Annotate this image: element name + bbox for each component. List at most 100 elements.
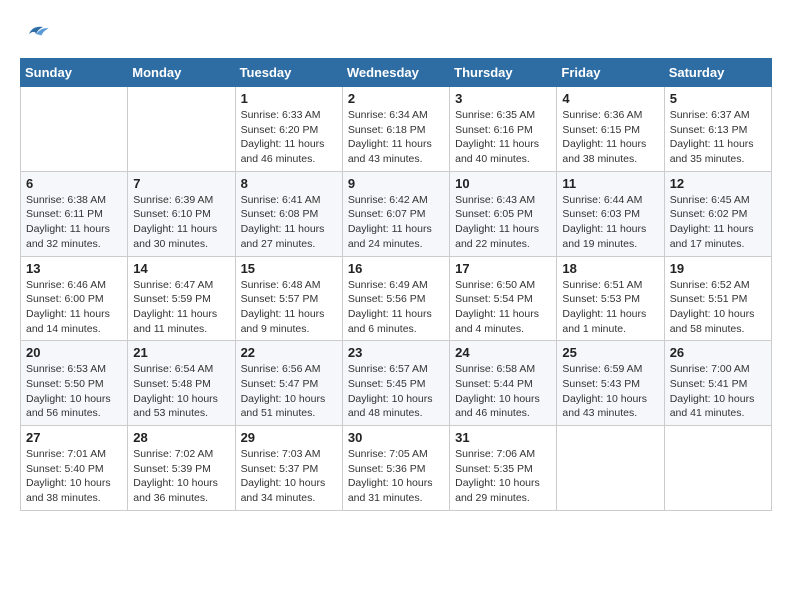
calendar-cell: 9 Sunrise: 6:42 AMSunset: 6:07 PMDaylight… <box>342 171 449 256</box>
day-detail: Sunrise: 7:03 AMSunset: 5:37 PMDaylight:… <box>241 447 337 506</box>
day-number: 13 <box>26 261 122 276</box>
calendar-cell: 23 Sunrise: 6:57 AMSunset: 5:45 PMDayligh… <box>342 341 449 426</box>
calendar-cell <box>21 87 128 172</box>
day-number: 16 <box>348 261 444 276</box>
calendar-cell: 20 Sunrise: 6:53 AMSunset: 5:50 PMDayligh… <box>21 341 128 426</box>
day-number: 6 <box>26 176 122 191</box>
day-number: 15 <box>241 261 337 276</box>
calendar-cell: 11 Sunrise: 6:44 AMSunset: 6:03 PMDayligh… <box>557 171 664 256</box>
calendar-cell: 10 Sunrise: 6:43 AMSunset: 6:05 PMDayligh… <box>450 171 557 256</box>
calendar-cell: 18 Sunrise: 6:51 AMSunset: 5:53 PMDayligh… <box>557 256 664 341</box>
day-detail: Sunrise: 6:53 AMSunset: 5:50 PMDaylight:… <box>26 362 122 421</box>
calendar-cell: 28 Sunrise: 7:02 AMSunset: 5:39 PMDayligh… <box>128 426 235 511</box>
day-number: 17 <box>455 261 551 276</box>
calendar-cell: 16 Sunrise: 6:49 AMSunset: 5:56 PMDayligh… <box>342 256 449 341</box>
day-number: 14 <box>133 261 229 276</box>
day-number: 26 <box>670 345 766 360</box>
day-detail: Sunrise: 7:00 AMSunset: 5:41 PMDaylight:… <box>670 362 766 421</box>
calendar-cell: 5 Sunrise: 6:37 AMSunset: 6:13 PMDaylight… <box>664 87 771 172</box>
day-detail: Sunrise: 7:05 AMSunset: 5:36 PMDaylight:… <box>348 447 444 506</box>
day-number: 9 <box>348 176 444 191</box>
day-detail: Sunrise: 6:36 AMSunset: 6:15 PMDaylight:… <box>562 108 658 167</box>
day-number: 24 <box>455 345 551 360</box>
calendar-cell: 8 Sunrise: 6:41 AMSunset: 6:08 PMDaylight… <box>235 171 342 256</box>
calendar-week-row: 27 Sunrise: 7:01 AMSunset: 5:40 PMDayligh… <box>21 426 772 511</box>
calendar-week-row: 13 Sunrise: 6:46 AMSunset: 6:00 PMDayligh… <box>21 256 772 341</box>
day-number: 12 <box>670 176 766 191</box>
day-number: 4 <box>562 91 658 106</box>
calendar-cell <box>664 426 771 511</box>
day-detail: Sunrise: 6:50 AMSunset: 5:54 PMDaylight:… <box>455 278 551 337</box>
day-detail: Sunrise: 6:46 AMSunset: 6:00 PMDaylight:… <box>26 278 122 337</box>
day-detail: Sunrise: 6:57 AMSunset: 5:45 PMDaylight:… <box>348 362 444 421</box>
day-detail: Sunrise: 6:44 AMSunset: 6:03 PMDaylight:… <box>562 193 658 252</box>
calendar-cell: 4 Sunrise: 6:36 AMSunset: 6:15 PMDaylight… <box>557 87 664 172</box>
calendar-table: SundayMondayTuesdayWednesdayThursdayFrid… <box>20 58 772 511</box>
day-number: 30 <box>348 430 444 445</box>
calendar-cell: 27 Sunrise: 7:01 AMSunset: 5:40 PMDayligh… <box>21 426 128 511</box>
day-number: 10 <box>455 176 551 191</box>
day-detail: Sunrise: 6:42 AMSunset: 6:07 PMDaylight:… <box>348 193 444 252</box>
calendar-cell <box>557 426 664 511</box>
day-number: 27 <box>26 430 122 445</box>
day-detail: Sunrise: 6:47 AMSunset: 5:59 PMDaylight:… <box>133 278 229 337</box>
day-detail: Sunrise: 6:38 AMSunset: 6:11 PMDaylight:… <box>26 193 122 252</box>
day-detail: Sunrise: 6:35 AMSunset: 6:16 PMDaylight:… <box>455 108 551 167</box>
day-detail: Sunrise: 7:06 AMSunset: 5:35 PMDaylight:… <box>455 447 551 506</box>
calendar-cell: 24 Sunrise: 6:58 AMSunset: 5:44 PMDayligh… <box>450 341 557 426</box>
day-number: 22 <box>241 345 337 360</box>
calendar-cell: 1 Sunrise: 6:33 AMSunset: 6:20 PMDaylight… <box>235 87 342 172</box>
calendar-cell: 15 Sunrise: 6:48 AMSunset: 5:57 PMDayligh… <box>235 256 342 341</box>
calendar-cell: 25 Sunrise: 6:59 AMSunset: 5:43 PMDayligh… <box>557 341 664 426</box>
day-number: 5 <box>670 91 766 106</box>
day-detail: Sunrise: 6:54 AMSunset: 5:48 PMDaylight:… <box>133 362 229 421</box>
calendar-cell: 26 Sunrise: 7:00 AMSunset: 5:41 PMDayligh… <box>664 341 771 426</box>
column-header-monday: Monday <box>128 59 235 87</box>
day-detail: Sunrise: 6:49 AMSunset: 5:56 PMDaylight:… <box>348 278 444 337</box>
day-number: 25 <box>562 345 658 360</box>
page-header <box>20 20 772 48</box>
day-number: 18 <box>562 261 658 276</box>
day-number: 28 <box>133 430 229 445</box>
day-number: 8 <box>241 176 337 191</box>
day-number: 21 <box>133 345 229 360</box>
column-header-saturday: Saturday <box>664 59 771 87</box>
calendar-cell: 6 Sunrise: 6:38 AMSunset: 6:11 PMDaylight… <box>21 171 128 256</box>
day-detail: Sunrise: 6:43 AMSunset: 6:05 PMDaylight:… <box>455 193 551 252</box>
day-number: 20 <box>26 345 122 360</box>
day-detail: Sunrise: 6:41 AMSunset: 6:08 PMDaylight:… <box>241 193 337 252</box>
calendar-cell: 29 Sunrise: 7:03 AMSunset: 5:37 PMDayligh… <box>235 426 342 511</box>
calendar-cell: 17 Sunrise: 6:50 AMSunset: 5:54 PMDayligh… <box>450 256 557 341</box>
calendar-week-row: 1 Sunrise: 6:33 AMSunset: 6:20 PMDaylight… <box>21 87 772 172</box>
calendar-cell: 3Sunrise: 6:35 AMSunset: 6:16 PMDaylight… <box>450 87 557 172</box>
calendar-cell: 30 Sunrise: 7:05 AMSunset: 5:36 PMDayligh… <box>342 426 449 511</box>
day-number: 7 <box>133 176 229 191</box>
day-number: 29 <box>241 430 337 445</box>
day-number: 1 <box>241 91 337 106</box>
column-header-sunday: Sunday <box>21 59 128 87</box>
calendar-week-row: 20 Sunrise: 6:53 AMSunset: 5:50 PMDayligh… <box>21 341 772 426</box>
day-detail: Sunrise: 6:58 AMSunset: 5:44 PMDaylight:… <box>455 362 551 421</box>
calendar-cell: 12 Sunrise: 6:45 AMSunset: 6:02 PMDayligh… <box>664 171 771 256</box>
day-number: 31 <box>455 430 551 445</box>
day-number: 23 <box>348 345 444 360</box>
column-header-tuesday: Tuesday <box>235 59 342 87</box>
calendar-week-row: 6 Sunrise: 6:38 AMSunset: 6:11 PMDaylight… <box>21 171 772 256</box>
column-header-wednesday: Wednesday <box>342 59 449 87</box>
day-detail: Sunrise: 6:33 AMSunset: 6:20 PMDaylight:… <box>241 108 337 167</box>
calendar-cell: 19Sunrise: 6:52 AMSunset: 5:51 PMDayligh… <box>664 256 771 341</box>
day-detail: Sunrise: 6:51 AMSunset: 5:53 PMDaylight:… <box>562 278 658 337</box>
day-detail: Sunrise: 6:37 AMSunset: 6:13 PMDaylight:… <box>670 108 766 167</box>
day-detail: Sunrise: 6:45 AMSunset: 6:02 PMDaylight:… <box>670 193 766 252</box>
day-number: 11 <box>562 176 658 191</box>
column-header-thursday: Thursday <box>450 59 557 87</box>
calendar-cell: 2Sunrise: 6:34 AMSunset: 6:18 PMDaylight… <box>342 87 449 172</box>
calendar-header-row: SundayMondayTuesdayWednesdayThursdayFrid… <box>21 59 772 87</box>
day-detail: Sunrise: 6:59 AMSunset: 5:43 PMDaylight:… <box>562 362 658 421</box>
day-detail: Sunrise: 7:01 AMSunset: 5:40 PMDaylight:… <box>26 447 122 506</box>
day-detail: Sunrise: 6:56 AMSunset: 5:47 PMDaylight:… <box>241 362 337 421</box>
day-detail: Sunrise: 6:48 AMSunset: 5:57 PMDaylight:… <box>241 278 337 337</box>
day-number: 19 <box>670 261 766 276</box>
day-number: 2 <box>348 91 444 106</box>
day-detail: Sunrise: 7:02 AMSunset: 5:39 PMDaylight:… <box>133 447 229 506</box>
